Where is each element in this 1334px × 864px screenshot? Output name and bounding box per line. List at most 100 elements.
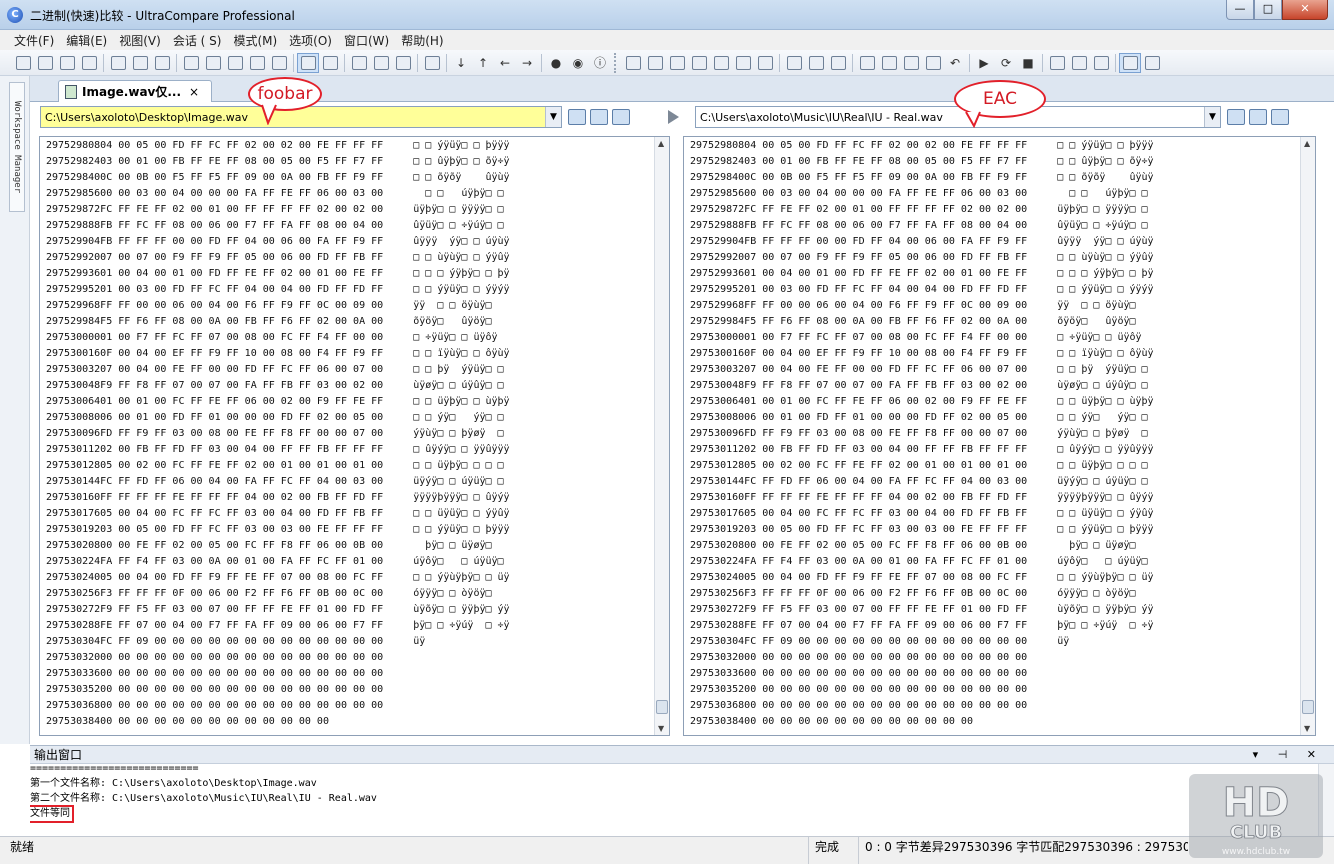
over-under-icon[interactable] [319,53,341,73]
workspace-manager-tab[interactable]: Workspace Manager [9,82,25,212]
file-help-icon[interactable] [754,53,776,73]
hex-row[interactable]: 29753011202 00 FB FF FD FF 03 00 04 00 F… [46,442,510,458]
hex-row[interactable]: 29753008006 00 01 00 FD FF 01 00 00 00 F… [690,410,1154,426]
hex-row[interactable]: 297530304FC FF 09 00 00 00 00 00 00 00 0… [46,634,510,650]
tab-image-wav[interactable]: Image.wav仅... × [58,80,212,102]
right-scrollbar[interactable]: ▲ ▼ [1300,137,1315,735]
hex-row[interactable]: 297529968FF FF 00 00 06 00 04 00 F6 FF F… [46,298,510,314]
hex-row[interactable]: 29753020800 00 FE FF 02 00 05 00 FC FF F… [690,538,1154,554]
left-path-dropdown-icon[interactable]: ▼ [545,107,561,127]
folder-compare-icon[interactable] [224,53,246,73]
scroll-down-icon[interactable]: ▼ [658,724,664,733]
hex-row[interactable]: 297529904FB FF FF FF 00 00 FD FF 04 00 0… [690,234,1154,250]
scroll-down-icon[interactable]: ▼ [1304,724,1310,733]
hex-row[interactable]: 29753036800 00 00 00 00 00 00 00 00 00 0… [46,698,510,714]
hex-row[interactable]: 29753017605 00 04 00 FC FF FC FF 03 00 0… [690,506,1154,522]
hex-row[interactable]: 297530144FC FF FD FF 06 00 04 00 FA FF F… [690,474,1154,490]
tab-close-icon[interactable]: × [189,85,199,99]
hex-row[interactable]: 29753006401 00 01 00 FC FF FE FF 06 00 0… [46,394,510,410]
favorite-icon[interactable]: ◉ [567,53,589,73]
hex-row[interactable]: 297530096FD FF F9 FF 03 00 08 00 FE FF F… [690,426,1154,442]
hex-row[interactable]: 29752992007 00 07 00 F9 FF F9 FF 05 00 0… [46,250,510,266]
menu-mode[interactable]: 模式(M) [227,32,283,49]
arrow-up-icon[interactable]: ↑ [472,53,494,73]
hex-row[interactable]: 29752995201 00 03 00 FD FF FC FF 04 00 0… [690,282,1154,298]
hex-row[interactable]: 29753000001 00 F7 FF FC FF 07 00 08 00 F… [46,330,510,346]
hex-row[interactable]: 29753032000 00 00 00 00 00 00 00 00 00 0… [690,650,1154,666]
hex-row[interactable]: 29753000001 00 F7 FF FC FF 07 00 08 00 F… [690,330,1154,346]
settings-gear-icon[interactable] [348,53,370,73]
output-window-controls[interactable]: ▾ ⊣ ✕ [1253,748,1324,761]
close-button[interactable]: ✕ [1282,0,1328,20]
compare-options-icon[interactable] [129,53,151,73]
hex-row[interactable]: 29753019203 00 05 00 FD FF FC FF 03 00 0… [690,522,1154,538]
file-open-icon[interactable] [622,53,644,73]
print-preview-icon[interactable] [78,53,100,73]
minimize-button[interactable]: — [1226,0,1254,20]
hex-row[interactable]: 297530096FD FF F9 FF 03 00 08 00 FE FF F… [46,426,510,442]
table-compare-icon[interactable] [246,53,268,73]
hex-row[interactable]: 29753017605 00 04 00 FC FF FC FF 03 00 0… [46,506,510,522]
hex-row[interactable]: 29752980804 00 05 00 FD FF FC FF 02 00 0… [690,138,1154,154]
view-one-icon[interactable] [1046,53,1068,73]
binary-compare-icon[interactable] [202,53,224,73]
copy-left-icon[interactable] [805,53,827,73]
left-browse-icon[interactable] [590,109,608,125]
hex-row[interactable]: 29753003207 00 04 00 FE FF 00 00 FD FF F… [690,362,1154,378]
undo-icon[interactable]: ↶ [944,53,966,73]
maximize-button[interactable]: □ [1254,0,1282,20]
hex-row[interactable]: 29753038400 00 00 00 00 00 00 00 00 00 0… [690,714,1154,730]
toolbar-options-icon[interactable] [1141,53,1163,73]
play-icon[interactable]: ▶ [973,53,995,73]
menu-file[interactable]: 文件(F) [8,32,60,49]
hex-row[interactable]: 2975300160F 00 04 00 EF FF F9 FF 10 00 0… [46,346,510,362]
hex-row[interactable]: 2975300160F 00 04 00 EF FF F9 FF 10 00 0… [690,346,1154,362]
arrow-left-icon[interactable]: ← [494,53,516,73]
hex-row[interactable]: 297529872FC FF FE FF 02 00 01 00 FF FF F… [46,202,510,218]
right-path-input[interactable]: C:\Users\axoloto\Music\IU\Real\IU - Real… [695,106,1221,128]
stop-icon[interactable]: ■ [1017,53,1039,73]
left-open-folder-icon[interactable] [568,109,586,125]
left-hex-pane[interactable]: 29752980804 00 05 00 FD FF FC FF 02 00 0… [39,136,670,736]
hex-row[interactable]: 2975298400C 00 0B 00 F5 FF F5 FF 09 00 0… [46,170,510,186]
list-view-icon[interactable] [1119,52,1141,73]
globe-icon[interactable]: ● [545,53,567,73]
swap-arrow-icon[interactable] [668,110,679,124]
hex-row[interactable]: 29753036800 00 00 00 00 00 00 00 00 00 0… [690,698,1154,714]
output-window[interactable]: ============================ 第一个文件名称: C:… [30,764,1334,836]
hex-row[interactable]: 29753032000 00 00 00 00 00 00 00 00 00 0… [46,650,510,666]
hex-row[interactable]: 29753033600 00 00 00 00 00 00 00 00 00 0… [690,666,1154,682]
hex-row[interactable]: 29753019203 00 05 00 FD FF FC FF 03 00 0… [46,522,510,538]
hex-row[interactable]: 29753024005 00 04 00 FD FF F9 FF FE FF 0… [46,570,510,586]
hex-row[interactable]: 29752982403 00 01 00 FB FF FE FF 08 00 0… [690,154,1154,170]
hex-row[interactable]: 297529888FB FF FC FF 08 00 06 00 F7 FF F… [46,218,510,234]
hex-row[interactable]: 297530256F3 FF FF FF 0F 00 06 00 F2 FF F… [690,586,1154,602]
hex-row[interactable]: 29753008006 00 01 00 FD FF 01 00 00 00 F… [46,410,510,426]
merge-all-right-icon[interactable] [922,53,944,73]
refresh-icon[interactable]: ⟳ [995,53,1017,73]
hex-row[interactable]: 297529984F5 FF F6 FF 08 00 0A 00 FB FF F… [46,314,510,330]
scroll-thumb[interactable] [656,700,668,714]
hex-row[interactable]: 29753035200 00 00 00 00 00 00 00 00 00 0… [690,682,1154,698]
copy-both-icon[interactable] [827,53,849,73]
hex-row[interactable]: 297530304FC FF 09 00 00 00 00 00 00 00 0… [690,634,1154,650]
right-browse-icon[interactable] [1249,109,1267,125]
hex-row[interactable]: 297530144FC FF FD FF 06 00 04 00 FA FF F… [46,474,510,490]
hex-row[interactable]: 297529888FB FF FC FF 08 00 06 00 F7 FF F… [690,218,1154,234]
hex-row[interactable]: 29753003207 00 04 00 FE FF 00 00 FD FF F… [46,362,510,378]
hex-row[interactable]: 297530288FE FF 07 00 04 00 F7 FF FA FF 0… [690,618,1154,634]
left-ftp-icon[interactable] [612,109,630,125]
merge-all-icon[interactable] [900,53,922,73]
file-upload-icon[interactable] [710,53,732,73]
menu-edit[interactable]: 编辑(E) [60,32,113,49]
hex-row[interactable]: 29752995201 00 03 00 FD FF FC FF 04 00 0… [46,282,510,298]
hex-row[interactable]: 29752985600 00 03 00 04 00 00 00 FA FF F… [690,186,1154,202]
merge-right-icon[interactable] [878,53,900,73]
right-path-dropdown-icon[interactable]: ▼ [1204,107,1220,127]
hex-row[interactable]: 297530048F9 FF F8 FF 07 00 07 00 FA FF F… [46,378,510,394]
report-icon[interactable] [370,53,392,73]
hex-row[interactable]: 297530288FE FF 07 00 04 00 F7 FF FA FF 0… [46,618,510,634]
text-compare-icon[interactable] [180,53,202,73]
layout-icon[interactable] [421,53,443,73]
hex-row[interactable]: 29752993601 00 04 00 01 00 FD FF FE FF 0… [690,266,1154,282]
